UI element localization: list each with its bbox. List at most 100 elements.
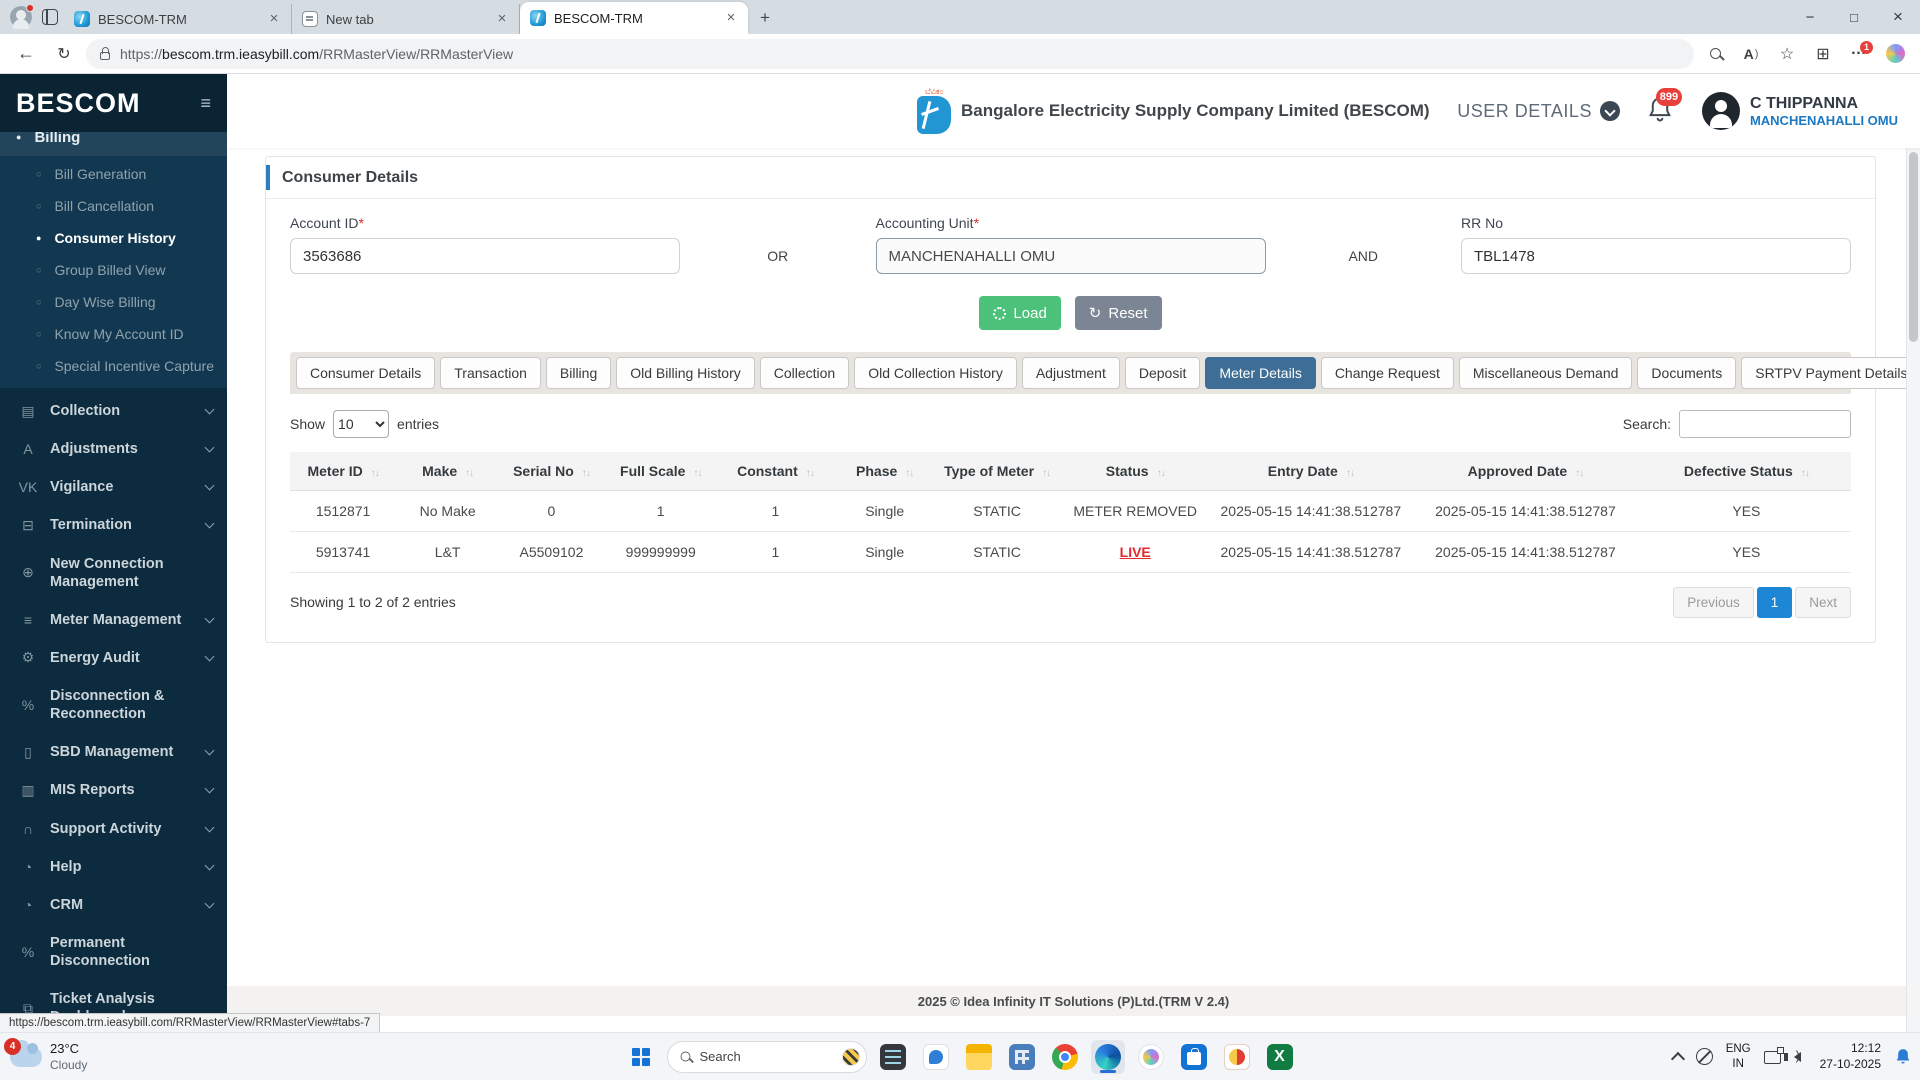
sort-icon[interactable]: ↑↓ [905, 468, 913, 479]
notifications-bell[interactable]: 899 [1646, 94, 1676, 128]
accounting-unit-input[interactable] [876, 238, 1266, 274]
network-icon[interactable] [1764, 1051, 1781, 1064]
tab-search-icon[interactable] [42, 9, 58, 25]
sidebar-item-vigilance[interactable]: VKVigilance [0, 468, 227, 506]
sidebar-item-know-my-account-id[interactable]: ○Know My Account ID [0, 318, 227, 350]
hidden-icons-chevron[interactable] [1671, 1051, 1685, 1065]
column-header-type-of-meter[interactable]: Type of Meter↑↓ [936, 452, 1058, 490]
pagination-previous[interactable]: Previous [1673, 587, 1754, 618]
collections-icon[interactable] [1808, 39, 1838, 69]
settings-more-icon[interactable]: 1 [1844, 39, 1874, 69]
taskbar-icon-chat[interactable] [919, 1040, 953, 1074]
sort-icon[interactable]: ↑↓ [465, 468, 473, 479]
sidebar-item-termination[interactable]: ⊟Termination [0, 506, 227, 544]
tab-close-icon[interactable]: × [493, 10, 511, 28]
page-size-select[interactable]: 10 [333, 410, 389, 438]
page-scrollbar[interactable] [1906, 148, 1920, 1032]
taskbar-icon-notepad[interactable] [876, 1040, 910, 1074]
sidebar-item-crm[interactable]: ◔CRM [0, 886, 227, 924]
taskbar-icon-paint[interactable] [1220, 1040, 1254, 1074]
sort-icon[interactable]: ↑↓ [1346, 468, 1354, 479]
sidebar-item-bill-cancellation[interactable]: ○Bill Cancellation [0, 190, 227, 222]
tab-collection[interactable]: Collection [760, 357, 849, 389]
browser-tab-bescom-trm[interactable]: BESCOM-TRM× [64, 4, 292, 34]
notification-center-bell-icon[interactable] [1894, 1047, 1912, 1067]
new-tab-button[interactable] [752, 5, 778, 31]
browser-profile-icon[interactable] [10, 6, 32, 28]
sidebar-item-disconnection-reconnection[interactable]: %Disconnection & Reconnection [0, 677, 227, 733]
sidebar-item-group-billed-view[interactable]: ○Group Billed View [0, 254, 227, 286]
tab-billing[interactable]: Billing [546, 357, 611, 389]
column-header-constant[interactable]: Constant↑↓ [718, 452, 834, 490]
column-header-full-scale[interactable]: Full Scale↑↓ [604, 452, 718, 490]
lock-icon[interactable] [100, 52, 110, 60]
start-button[interactable] [624, 1040, 658, 1074]
taskbar-search-box[interactable]: Search [667, 1041, 867, 1073]
window-close-button[interactable] [1876, 0, 1920, 34]
pagination-page-1[interactable]: 1 [1757, 587, 1793, 618]
sidebar-item-permanent-disconnection[interactable]: %Permanent Disconnection [0, 924, 227, 980]
sidebar-item-help[interactable]: ◔Help [0, 848, 227, 886]
tab-old-billing-history[interactable]: Old Billing History [616, 357, 754, 389]
table-search-input[interactable] [1679, 410, 1851, 438]
taskbar-icon-chrome[interactable] [1048, 1040, 1082, 1074]
tab-meter-details[interactable]: Meter Details [1205, 357, 1315, 389]
scrollbar-thumb[interactable] [1909, 152, 1918, 342]
reset-button[interactable]: Reset [1075, 296, 1162, 330]
account-id-input[interactable] [290, 238, 680, 274]
tab-srtpv-payment-details[interactable]: SRTPV Payment Details [1741, 357, 1920, 389]
column-header-make[interactable]: Make↑↓ [396, 452, 499, 490]
sort-icon[interactable]: ↑↓ [806, 468, 814, 479]
column-header-serial-no[interactable]: Serial No↑↓ [499, 452, 604, 490]
sidebar-item-support-activity[interactable]: ∩Support Activity [0, 810, 227, 848]
tab-old-collection-history[interactable]: Old Collection History [854, 357, 1017, 389]
live-status-link[interactable]: LIVE [1120, 544, 1151, 560]
rr-no-input[interactable] [1461, 238, 1851, 274]
taskbar-icon-excel[interactable] [1263, 1040, 1297, 1074]
tab-close-icon[interactable]: × [265, 10, 283, 28]
sidebar-item-billing[interactable]: ● Billing [0, 132, 227, 156]
column-header-phase[interactable]: Phase↑↓ [833, 452, 936, 490]
column-header-approved-date[interactable]: Approved Date↑↓ [1409, 452, 1642, 490]
tab-transaction[interactable]: Transaction [440, 357, 541, 389]
language-indicator[interactable]: ENG IN [1726, 1042, 1751, 1071]
column-header-status[interactable]: Status↑↓ [1058, 452, 1213, 490]
sidebar-item-collection[interactable]: ▤Collection [0, 392, 227, 430]
sidebar-item-sbd-management[interactable]: ▯SBD Management [0, 733, 227, 771]
read-aloud-icon[interactable] [1736, 39, 1766, 69]
window-maximize-button[interactable] [1832, 0, 1876, 34]
refresh-button[interactable] [48, 38, 80, 70]
tab-consumer-details[interactable]: Consumer Details [296, 357, 435, 389]
sidebar-toggle-icon[interactable] [200, 93, 211, 114]
load-button[interactable]: Load [979, 296, 1060, 330]
taskbar-clock[interactable]: 12:12 27-10-2025 [1820, 1041, 1881, 1072]
sort-icon[interactable]: ↑↓ [371, 468, 379, 479]
volume-icon[interactable] [1794, 1052, 1801, 1062]
sort-icon[interactable]: ↑↓ [1575, 468, 1583, 479]
taskbar-icon-explorer[interactable] [962, 1040, 996, 1074]
zoom-icon[interactable] [1700, 39, 1730, 69]
sidebar-item-energy-audit[interactable]: ⚙Energy Audit [0, 639, 227, 677]
back-button[interactable] [10, 38, 42, 70]
tab-deposit[interactable]: Deposit [1125, 357, 1200, 389]
sort-icon[interactable]: ↑↓ [1157, 468, 1165, 479]
taskbar-icon-store[interactable] [1177, 1040, 1211, 1074]
browser-tab-bescom-trm[interactable]: BESCOM-TRM× [520, 2, 748, 34]
address-bar[interactable]: https://bescom.trm.ieasybill.com/RRMaste… [86, 39, 1694, 69]
sort-icon[interactable]: ↑↓ [582, 468, 590, 479]
sort-icon[interactable]: ↑↓ [1042, 468, 1050, 479]
column-header-defective-status[interactable]: Defective Status↑↓ [1642, 452, 1851, 490]
tab-adjustment[interactable]: Adjustment [1022, 357, 1120, 389]
tab-close-icon[interactable]: × [722, 9, 740, 27]
weather-widget[interactable]: 4 23°C Cloudy [10, 1041, 87, 1071]
sidebar-item-consumer-history[interactable]: ●Consumer History [0, 222, 227, 254]
tab-documents[interactable]: Documents [1637, 357, 1736, 389]
taskbar-icon-copilot[interactable] [1134, 1040, 1168, 1074]
tab-miscellaneous-demand[interactable]: Miscellaneous Demand [1459, 357, 1633, 389]
sort-icon[interactable]: ↑↓ [1801, 468, 1809, 479]
sidebar-item-adjustments[interactable]: AAdjustments [0, 430, 227, 468]
sidebar-item-bill-generation[interactable]: ○Bill Generation [0, 158, 227, 190]
column-header-entry-date[interactable]: Entry Date↑↓ [1212, 452, 1409, 490]
sidebar-item-meter-management[interactable]: ≡Meter Management [0, 601, 227, 639]
do-not-disturb-icon[interactable] [1696, 1048, 1713, 1065]
